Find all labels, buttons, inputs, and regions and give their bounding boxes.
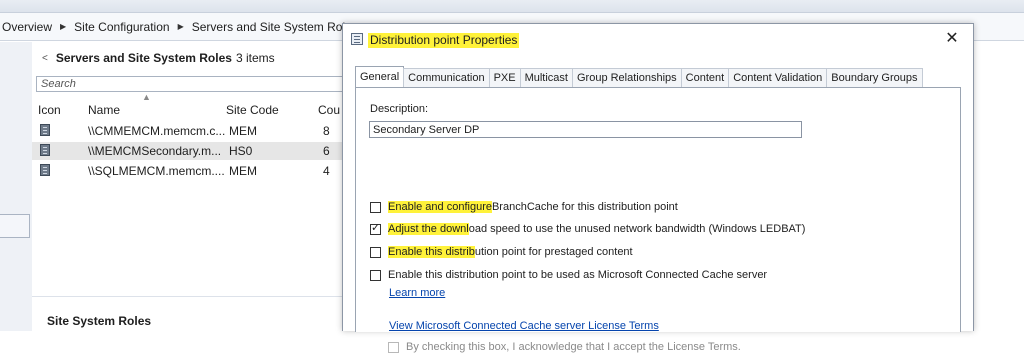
prestaged-label: ution point for prestaged content (474, 246, 633, 258)
ledbat-label-highlight: Adjust the downl (388, 223, 469, 235)
table-row[interactable]: \\MEMCMSecondary.m... HS0 6 (32, 142, 352, 160)
row-name: \\SQLMEMCM.memcm.... (88, 164, 225, 178)
prestaged-option[interactable]: Enable this distrib ution point for prest… (370, 244, 633, 260)
license-ack-option[interactable]: By checking this box, I acknowledge that… (388, 339, 741, 355)
ledbat-label: oad speed to use the unused network band… (468, 223, 806, 235)
table-row[interactable]: \\CMMEMCM.memcm.c... MEM 8 (32, 122, 352, 140)
connected-cache-checkbox[interactable] (370, 269, 381, 281)
description-label: Description: (370, 103, 429, 115)
row-name: \\CMMEMCM.memcm.c... (88, 124, 226, 138)
dialog-titlebar[interactable]: Distribution point Properties ✕ (343, 24, 973, 56)
column-header-icon[interactable]: Icon (38, 100, 61, 120)
column-header-name[interactable]: Name (88, 100, 120, 120)
row-count: 4 (323, 164, 330, 178)
server-icon (40, 124, 50, 136)
properties-icon (351, 33, 363, 45)
branchcache-checkbox[interactable] (370, 201, 381, 213)
collapse-arrow-icon[interactable]: < (42, 53, 48, 64)
panel-title: < Servers and Site System Roles 3 items (32, 42, 275, 74)
row-name: \\MEMCMSecondary.m... (88, 144, 222, 158)
distribution-point-properties-dialog: Distribution point Properties ✕ General … (342, 23, 974, 353)
license-terms-link[interactable]: View Microsoft Connected Cache server Li… (389, 320, 659, 332)
servers-list-panel: < Servers and Site System Roles 3 items … (32, 42, 356, 331)
table-row[interactable]: \\SQLMEMCM.memcm.... MEM 4 (32, 162, 352, 180)
dialog-title: Distribution point Properties (368, 33, 520, 48)
navigation-pane-strip (0, 42, 32, 331)
tab-boundary-groups[interactable]: Boundary Groups (826, 68, 923, 87)
navigation-pane-tab[interactable] (0, 214, 30, 238)
breadcrumb-servers-roles[interactable]: Servers and Site System Roles (192, 20, 358, 34)
column-header-count[interactable]: Cou (318, 100, 340, 120)
row-site-code: MEM (229, 164, 257, 178)
tab-content-validation[interactable]: Content Validation (728, 68, 828, 87)
license-ack-label: By checking this box, I acknowledge that… (406, 341, 741, 353)
license-ack-checkbox[interactable] (388, 341, 399, 353)
tab-multicast[interactable]: Multicast (519, 68, 573, 87)
panel-item-count: 3 items (235, 51, 275, 65)
tab-group-relationships[interactable]: Group Relationships (571, 68, 682, 87)
breadcrumb-site-configuration[interactable]: Site Configuration (74, 20, 169, 34)
prestaged-checkbox[interactable] (370, 246, 381, 258)
description-field[interactable] (369, 121, 802, 138)
branchcache-label: BranchCache for this distribution point (491, 201, 678, 213)
server-icon (40, 144, 50, 156)
general-tab-content: Description: Enable and configure Branch… (355, 87, 961, 353)
sort-ascending-icon: ▲ (142, 92, 151, 102)
tab-content[interactable]: Content (680, 68, 730, 87)
learn-more-link[interactable]: Learn more (389, 287, 445, 299)
row-count: 8 (323, 124, 330, 138)
checkmark-icon: ✓ (371, 221, 381, 234)
tab-strip: General Communication PXE Multicast Grou… (355, 66, 923, 87)
connected-cache-option[interactable]: Enable this distribution point to be use… (370, 267, 767, 283)
column-header-site-code[interactable]: Site Code (226, 100, 279, 120)
breadcrumb-separator-icon: ▶ (60, 22, 67, 31)
section-divider (32, 296, 352, 297)
row-site-code: HS0 (229, 144, 253, 158)
search-input[interactable]: Search (36, 76, 356, 92)
tab-communication[interactable]: Communication (403, 68, 490, 87)
server-icon (40, 164, 50, 176)
connected-cache-label: Enable this distribution point to be use… (388, 269, 768, 281)
row-site-code: MEM (229, 124, 257, 138)
ledbat-option[interactable]: ✓ Adjust the downl oad speed to use the u… (370, 221, 805, 237)
breadcrumb-overview[interactable]: Overview (2, 20, 52, 34)
prestaged-label-highlight: Enable this distrib (388, 246, 475, 258)
close-button[interactable]: ✕ (943, 28, 961, 50)
tab-pxe[interactable]: PXE (488, 68, 521, 87)
site-system-roles-title: Site System Roles (47, 314, 152, 328)
tab-general[interactable]: General (355, 66, 405, 87)
panel-title-text: Servers and Site System Roles (55, 51, 232, 65)
ledbat-checkbox[interactable]: ✓ (370, 221, 381, 235)
row-count: 6 (323, 144, 330, 158)
breadcrumb-separator-icon: ▶ (177, 22, 184, 31)
branchcache-option[interactable]: Enable and configure BranchCache for thi… (370, 199, 678, 215)
console-ribbon (0, 0, 1024, 13)
branchcache-label-highlight: Enable and configure (388, 201, 492, 213)
